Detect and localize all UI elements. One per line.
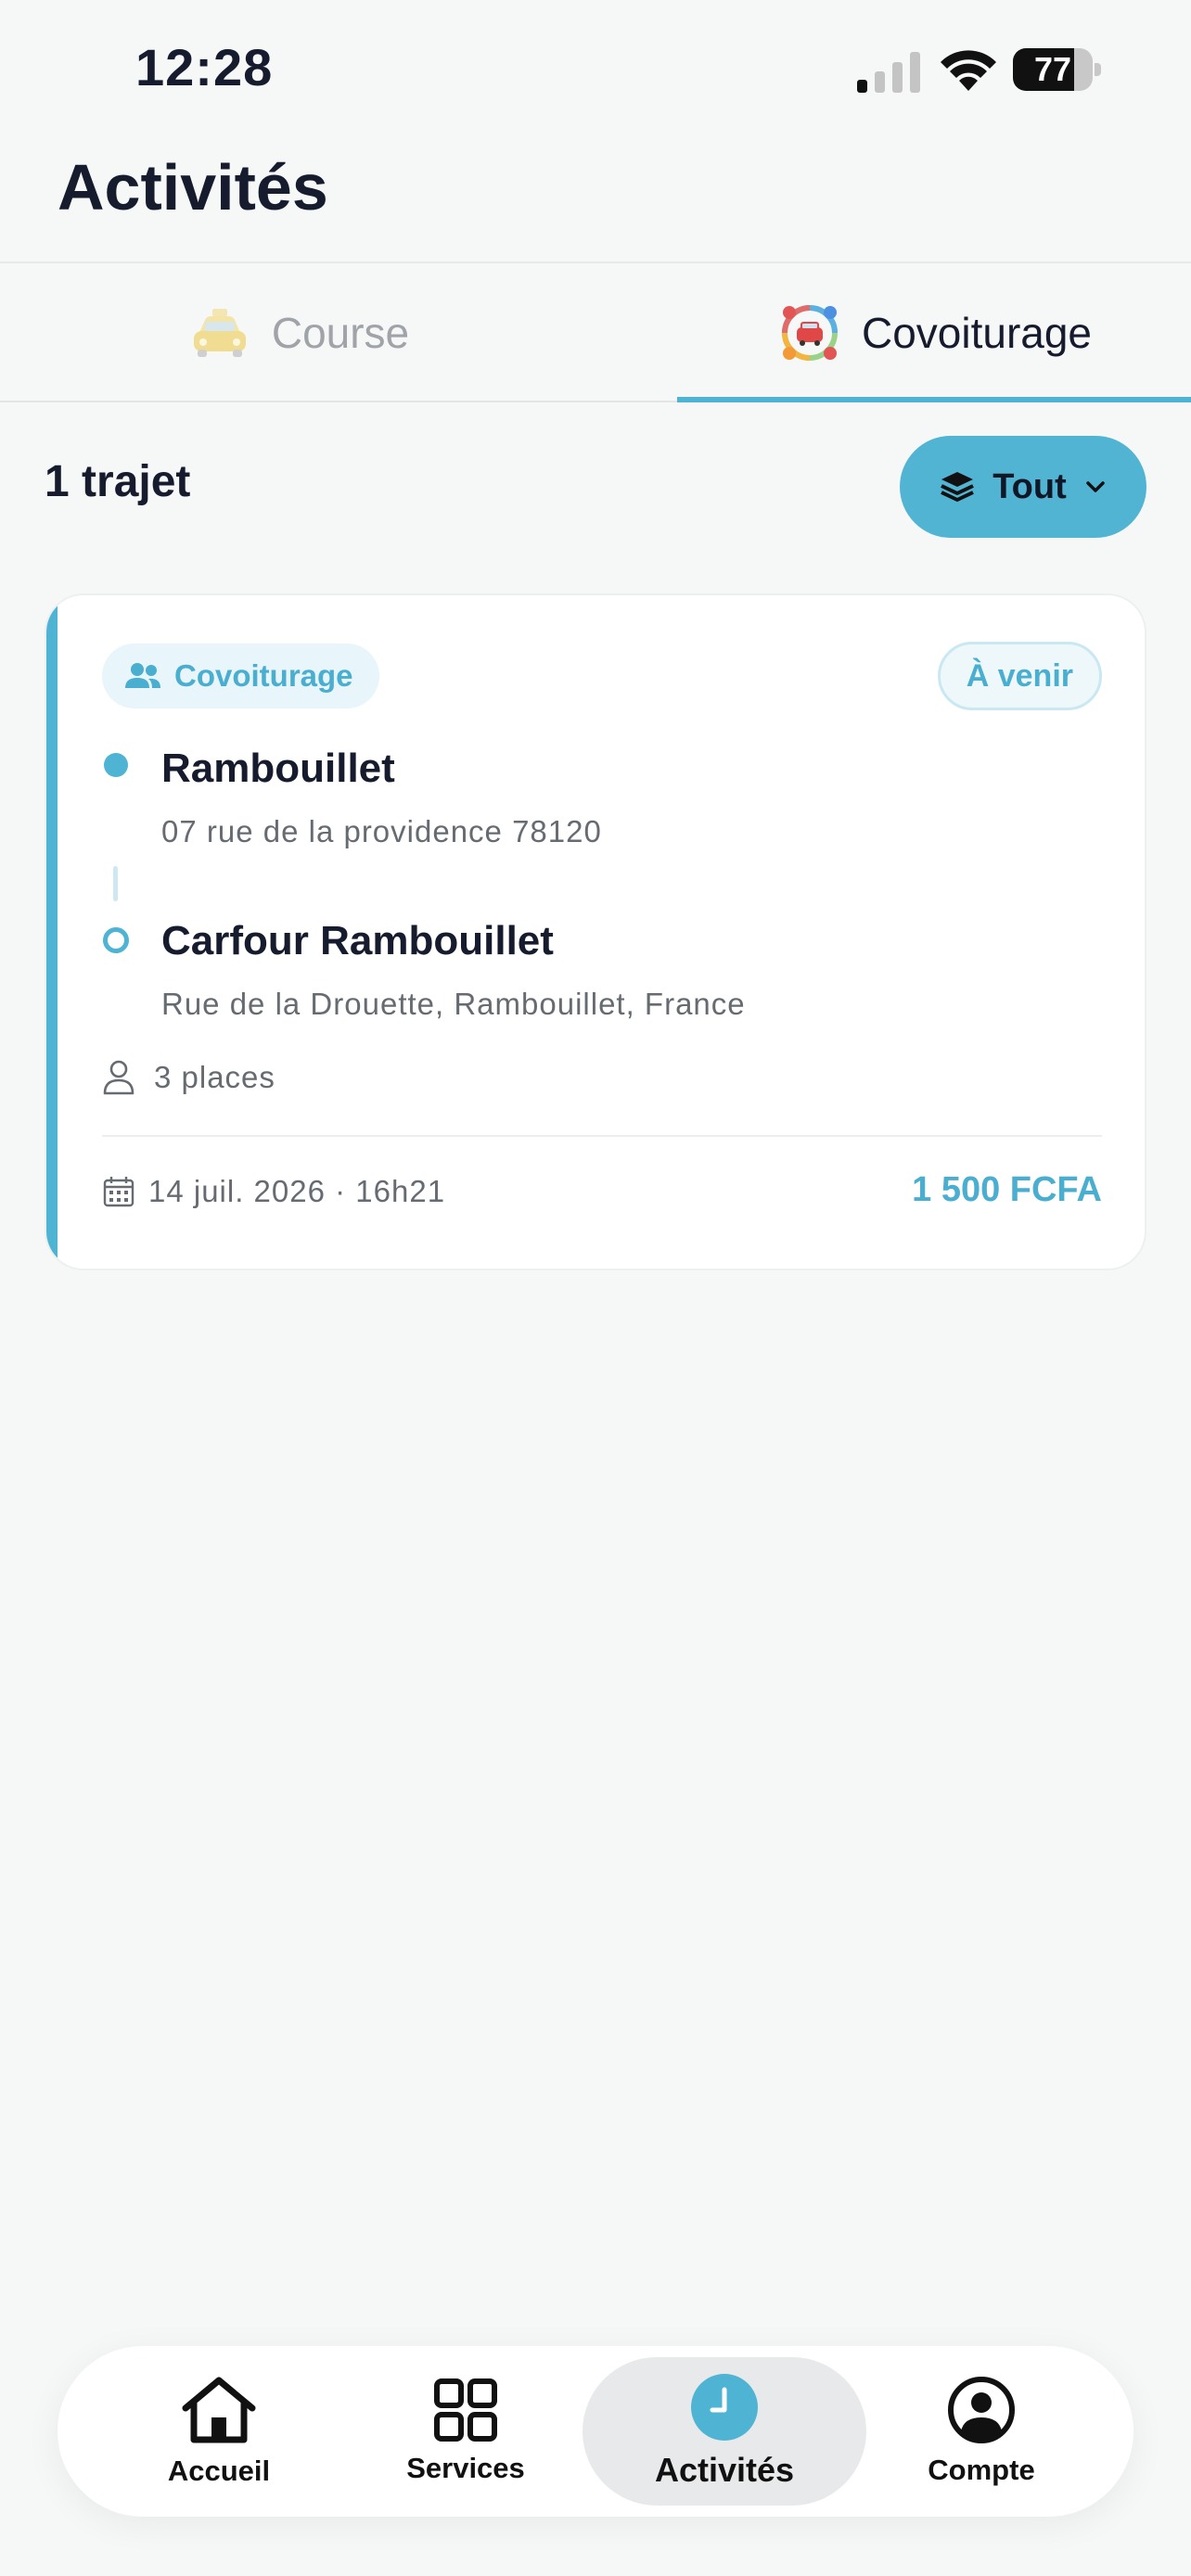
destination-address: Rue de la Drouette, Rambouillet, France <box>161 987 746 1021</box>
status-time: 12:28 <box>135 38 274 96</box>
trip-type-label: Covoiturage <box>174 658 353 693</box>
carpool-icon <box>781 305 838 361</box>
status-bar: 12:28 77 <box>0 0 1191 139</box>
battery-icon: 77 <box>1013 48 1102 91</box>
tab-covoiturage[interactable]: Covoiturage <box>677 263 1191 402</box>
filter-label: Tout <box>992 466 1067 506</box>
tab-bar: Course Covoiturage <box>0 261 1191 402</box>
battery-percent: 77 <box>1033 50 1072 88</box>
user-circle-icon <box>948 2377 1015 2443</box>
page-title: Activités <box>58 151 328 223</box>
nav-services-label: Services <box>406 2452 525 2484</box>
active-tab-indicator <box>677 397 1191 402</box>
seats-row: 3 places <box>102 1059 275 1096</box>
trip-price: 1 500 FCFA <box>912 1170 1102 1209</box>
date-row: 14 juil. 2026 · 16h21 <box>102 1174 445 1209</box>
nav-activites[interactable]: Activités <box>622 2346 826 2517</box>
nav-accueil-label: Accueil <box>167 2455 271 2487</box>
layers-icon <box>941 472 975 502</box>
tab-covoiturage-label: Covoiturage <box>861 309 1093 357</box>
trip-card[interactable]: Covoiturage À venir Rambouillet 07 rue d… <box>45 593 1146 1270</box>
seats-label: 3 places <box>154 1060 275 1094</box>
filter-button[interactable]: Tout <box>900 436 1146 538</box>
nav-accueil[interactable]: Accueil <box>117 2346 321 2517</box>
tab-course-label: Course <box>271 309 410 357</box>
bottom-navigation: Accueil Services Activités Compte <box>58 2346 1133 2517</box>
chevron-down-icon <box>1085 481 1105 492</box>
person-icon <box>103 1060 134 1095</box>
users-icon <box>125 663 160 688</box>
card-divider <box>102 1135 1102 1137</box>
trip-status-badge: À venir <box>937 642 1102 710</box>
origin-address: 07 rue de la providence 78120 <box>161 814 602 848</box>
clock-icon <box>691 2374 758 2441</box>
wifi-icon <box>941 50 996 91</box>
origin-dot-icon <box>104 753 128 777</box>
nav-compte[interactable]: Compte <box>879 2346 1083 2517</box>
nav-compte-label: Compte <box>928 2454 1035 2486</box>
nav-services[interactable]: Services <box>364 2346 568 2517</box>
trip-type-badge: Covoiturage <box>102 644 379 708</box>
route-connector <box>113 866 118 901</box>
calendar-icon <box>103 1177 134 1207</box>
grid-icon <box>434 2378 497 2442</box>
tab-course[interactable]: Course <box>0 263 596 402</box>
activities-screen: 12:28 77 Activités Course Covoiturage 1 … <box>0 0 1191 2576</box>
nav-activites-label: Activités <box>654 2451 795 2489</box>
card-accent-bar <box>46 595 58 1269</box>
destination-name: Carfour Rambouillet <box>161 918 554 963</box>
trip-date: 14 juil. 2026 · 16h21 <box>148 1174 446 1208</box>
trip-count: 1 trajet <box>45 457 191 506</box>
cellular-signal-icon <box>857 52 920 93</box>
taxi-icon <box>193 309 246 357</box>
destination-dot-icon <box>103 927 129 953</box>
home-icon <box>182 2377 256 2443</box>
origin-name: Rambouillet <box>161 746 395 791</box>
